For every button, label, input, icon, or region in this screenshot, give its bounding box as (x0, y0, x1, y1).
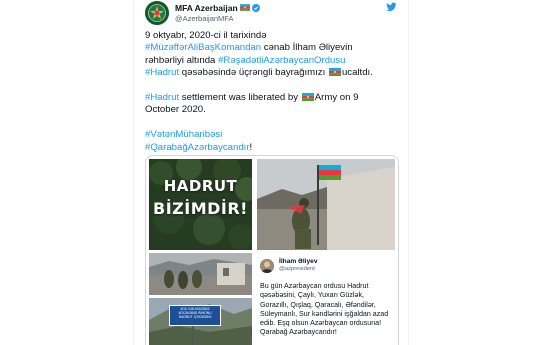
flag-raising-scene (257, 159, 395, 250)
welcome-sign-photo[interactable]: XOŞ GƏLMİŞSİNİZ XOCAVƏND RAYONU HADRUT Q… (149, 298, 252, 345)
media-grid: HADRUT BİZİMDİR! XOŞ GƏLMİŞSİNİZ XOCAVƏN… (145, 155, 399, 345)
author-info: MFA Azerbaijan @AzerbaijanMFA (175, 2, 260, 23)
hashtag-link[interactable]: #Hadrut (145, 92, 179, 103)
poster-line-1: HADRUT (163, 177, 238, 195)
text-segment: Army on 9 (314, 92, 359, 104)
poster-image[interactable]: HADRUT BİZİMDİR! (149, 159, 252, 250)
coat-of-arms-icon (145, 1, 169, 25)
azerbaijan-flag-icon (301, 93, 314, 102)
tweet-line: 9 oktyabr, 2020-ci il tarixində (145, 30, 401, 42)
twitter-bird-icon[interactable] (386, 2, 397, 12)
tweet-line: #QarabağAzərbaycandır! (145, 142, 401, 154)
hashtag-link[interactable]: #QarabağAzərbaycandır (145, 142, 250, 153)
azerbaijan-flag-icon (239, 4, 250, 11)
soldiers-photo[interactable] (149, 253, 252, 295)
tweet-line: October 2020. (145, 104, 401, 116)
tweet-text: 9 oktyabr, 2020-ci il tarixində #Müzəffə… (145, 30, 401, 154)
tweet-card: MFA Azerbaijan @AzerbaijanMFA 9 oktyabr,… (133, 0, 409, 345)
welcome-sign: XOŞ GƏLMİŞSİNİZ XOCAVƏND RAYONU HADRUT Q… (169, 305, 221, 326)
tweet-line: #Hadrut qəsəbəsində üçrəngli bayrağımızı… (145, 67, 401, 79)
person-avatar-icon (260, 259, 274, 273)
poster-line-2: BİZİMDİR! (153, 199, 248, 218)
hashtag-link[interactable]: #MüzəffərAliBaşKomandan (145, 42, 261, 53)
tweet-line: #MüzəffərAliBaşKomandan cənab İlham Əliy… (145, 42, 401, 54)
quoted-text: Bu gün Azərbaycan ordusu Hadrut qəsəbəsi… (260, 282, 389, 337)
quoted-author-avatar[interactable] (260, 259, 274, 273)
sign-line: HADRUT QƏSƏBƏSİ (178, 315, 212, 320)
author-name-row: MFA Azerbaijan (175, 2, 260, 13)
quoted-author-handle[interactable]: @azpresident (279, 266, 315, 272)
text-segment: ucaltdı. (341, 67, 373, 79)
author-handle[interactable]: @AzerbaijanMFA (175, 14, 260, 23)
quoted-tweet[interactable]: İlham Əliyev @azpresident Bu gün Azərbay… (257, 253, 395, 345)
text-segment: qəsəbəsində üçrəngli bayrağımızı (179, 67, 326, 79)
tweet-line: rəhbərliyi altında #RəşadətliAzərbaycanO… (145, 55, 401, 67)
hashtag-link[interactable]: #VətənMüharibəsi (145, 129, 222, 140)
verified-badge-icon (251, 3, 260, 12)
text-segment: cənab İlham Əliyevin (261, 42, 353, 54)
author-avatar[interactable] (145, 1, 169, 25)
azerbaijan-flag-icon (328, 68, 341, 77)
author-name[interactable]: MFA Azerbaijan (175, 3, 238, 13)
tweet-header: MFA Azerbaijan @AzerbaijanMFA (145, 1, 397, 25)
text-segment: rəhbərliyi altında (145, 54, 219, 66)
text-segment: settlement was liberated by (179, 92, 301, 104)
flag-raising-photo[interactable] (257, 159, 395, 250)
text-segment: ! (249, 141, 253, 153)
hashtag-link[interactable]: #RəşadətliAzərbaycanOrdusu (218, 55, 345, 66)
hashtag-link[interactable]: #Hadrut (145, 67, 179, 78)
tweet-line: #Hadrut settlement was liberated by Army… (145, 92, 401, 104)
quoted-author-name[interactable]: İlham Əliyev (279, 258, 318, 265)
text-segment: 9 oktyabr, 2020-ci il tarixində (145, 30, 267, 41)
text-segment: October 2020. (145, 104, 206, 116)
tweet-line: #VətənMüharibəsi (145, 129, 401, 141)
soldiers-scene (149, 253, 252, 295)
